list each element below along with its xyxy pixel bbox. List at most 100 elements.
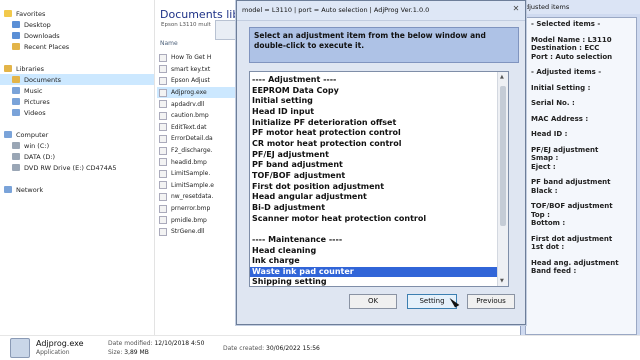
nav-item[interactable]: Network — [0, 184, 154, 195]
file-name: ErrorDetail.da — [171, 135, 213, 143]
panel-spacer — [531, 252, 631, 259]
modified-label: Date modified: — [108, 340, 153, 347]
adjustment-list-item[interactable]: PF/EJ adjustment — [250, 150, 498, 161]
file-item[interactable]: prnerror.bmp — [157, 203, 243, 215]
file-item[interactable]: Epson Adjust — [157, 75, 243, 87]
panel-spacer — [531, 29, 631, 36]
file-item[interactable]: pmidle.bmp — [157, 214, 243, 226]
adjustment-list-item[interactable]: Waste ink pad counter — [250, 266, 498, 278]
nav-item[interactable]: DATA (D:) — [0, 151, 154, 162]
adjusted-item-line: - Selected items - — [531, 20, 601, 28]
adjustment-list-item[interactable]: EEPROM Data Copy — [250, 86, 498, 97]
file-item[interactable]: ErrorDetail.da — [157, 133, 243, 145]
file-name: smart key.txt — [171, 65, 211, 73]
nav-item[interactable]: Music — [0, 85, 154, 96]
file-name: nw_resetdata. — [171, 193, 214, 201]
file-item[interactable]: headid.bmp — [157, 156, 243, 168]
file-item[interactable]: StrGene.dll — [157, 226, 243, 238]
nav-item[interactable]: win (C:) — [0, 140, 154, 151]
nav-item[interactable]: Pictures — [0, 96, 154, 107]
file-name: LimitSample.e — [171, 181, 214, 189]
folder-icon — [4, 186, 12, 193]
nav-item-label: Pictures — [24, 97, 50, 106]
file-icon — [159, 204, 167, 213]
nav-item-label: DATA (D:) — [24, 152, 56, 161]
adjusted-item-line: Head ang. adjustment — [531, 258, 619, 267]
folder-icon — [12, 142, 20, 149]
adjustment-list-item[interactable]: Initial setting — [250, 96, 498, 107]
nav-item-label: Documents — [24, 75, 62, 84]
nav-item-label: Network — [16, 185, 44, 194]
adjustment-list-item[interactable]: PF motor heat protection control — [250, 128, 498, 139]
adjustment-list-item[interactable]: Initialize PF deterioration offset — [250, 118, 498, 129]
nav-item[interactable]: Recent Places — [0, 41, 154, 52]
ok-button[interactable]: OK — [349, 294, 397, 309]
folder-icon — [12, 32, 20, 39]
adjustment-list-item[interactable]: ---- Adjustment ---- — [250, 75, 498, 86]
adjprog-dialog: model = L3110 | port = Auto selection | … — [236, 0, 526, 325]
previous-button[interactable]: Previous — [467, 294, 515, 309]
nav-item[interactable]: Desktop — [0, 19, 154, 30]
file-name: StrGene.dll — [171, 228, 205, 236]
instruction-text: Select an adjustment item from the below… — [249, 27, 519, 63]
adjustment-list-item[interactable]: Head angular adjustment — [250, 192, 498, 203]
adjustment-list-item[interactable]: Head ID input — [250, 107, 498, 118]
adjusted-item-line: Model Name : L3110 — [531, 35, 612, 44]
adjustment-listbox[interactable]: ---- Adjustment ---- EEPROM Data Copy Init… — [249, 71, 509, 287]
nav-item[interactable]: Favorites — [0, 8, 154, 19]
scroll-up-icon[interactable]: ▲ — [500, 74, 504, 80]
adjustment-list-item[interactable]: First dot position adjustment — [250, 182, 498, 193]
file-item[interactable]: smart key.txt — [157, 64, 243, 76]
file-icon — [159, 123, 167, 132]
column-header-name[interactable]: Name — [160, 40, 178, 47]
scrollbar-thumb[interactable] — [500, 86, 506, 226]
nav-item[interactable]: Videos — [0, 107, 154, 118]
file-item[interactable]: LimitSample. — [157, 168, 243, 180]
panel-spacer — [531, 77, 631, 84]
panel-spacer — [531, 171, 631, 178]
file-item[interactable]: LimitSample.e — [157, 180, 243, 192]
adjustment-list-item[interactable]: Head cleaning — [250, 246, 498, 257]
modified-value: 12/10/2018 4:50 — [154, 340, 205, 347]
file-item[interactable]: caution.bmp — [157, 110, 243, 122]
adjustment-list-item[interactable]: Bi-D adjustment — [250, 203, 498, 214]
file-name: Epson Adjust — [171, 77, 210, 85]
file-name: How To Get H — [171, 54, 212, 62]
file-item[interactable]: How To Get H — [157, 52, 243, 64]
file-item[interactable]: Adjprog.exe — [157, 86, 243, 99]
adjustment-list-item[interactable]: CR motor heat protection control — [250, 139, 498, 150]
nav-item[interactable]: Documents — [0, 74, 154, 85]
listbox-scrollbar[interactable]: ▲ ▼ — [497, 72, 508, 286]
setting-button[interactable]: Setting — [407, 294, 457, 309]
file-item[interactable]: EditText.dat — [157, 122, 243, 134]
scroll-down-icon[interactable]: ▼ — [500, 278, 504, 284]
close-icon[interactable]: ✕ — [511, 4, 521, 14]
file-name: F2_discharge. — [171, 147, 213, 155]
nav-item-label: win (C:) — [24, 141, 50, 150]
adjustment-list-item[interactable]: ---- Maintenance ---- — [250, 235, 498, 246]
file-icon — [159, 111, 167, 120]
file-icon — [159, 65, 167, 74]
file-item[interactable]: F2_discharge. — [157, 145, 243, 157]
nav-item[interactable]: Computer — [0, 129, 154, 140]
adjusted-item-line: Destination : ECC — [531, 44, 600, 52]
adjustment-list-item[interactable]: PF band adjustment — [250, 160, 498, 171]
nav-item[interactable]: Downloads — [0, 30, 154, 41]
file-item[interactable]: nw_resetdata. — [157, 191, 243, 203]
adjustment-list-item[interactable]: Shipping setting — [250, 277, 498, 286]
folder-icon — [12, 98, 20, 105]
nav-item[interactable]: DVD RW Drive (E:) CD474A5 — [0, 162, 154, 173]
adjustment-list-item[interactable]: Ink charge — [250, 256, 498, 267]
selected-file-type: Application — [36, 349, 70, 356]
file-icon — [159, 216, 167, 225]
adjustment-list-item[interactable]: Scanner motor heat protection control — [250, 214, 498, 225]
panel-spacer — [531, 123, 631, 130]
file-item[interactable]: apdadrv.dll — [157, 98, 243, 110]
folder-icon — [12, 43, 20, 50]
adjustment-list-item[interactable]: TOF/BOF adjustment — [250, 171, 498, 182]
adjusted-item-line: PF/EJ adjustment — [531, 145, 599, 154]
nav-item[interactable]: Libraries — [0, 63, 154, 74]
adjusted-item-line: Eject : — [531, 162, 556, 171]
folder-icon — [4, 10, 12, 17]
